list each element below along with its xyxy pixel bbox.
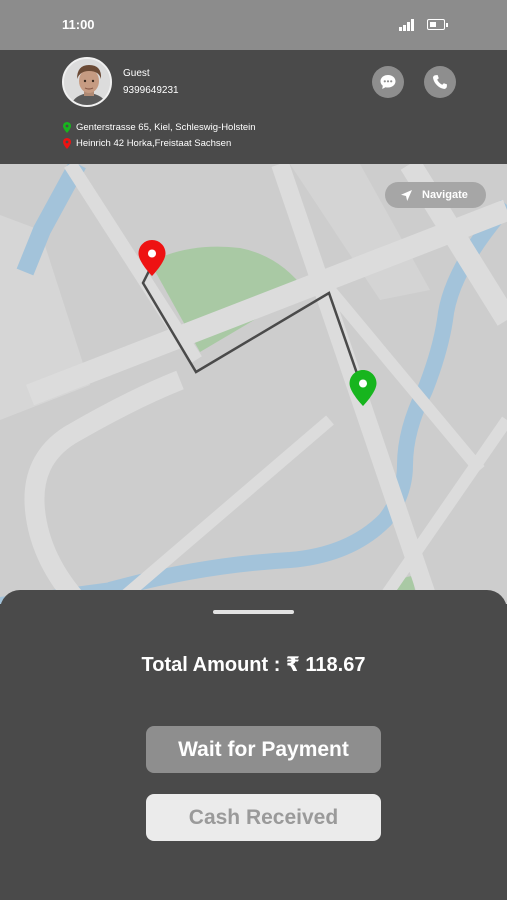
trip-header: Guest 9399649231 Genterstrasse 65, Kiel,… (0, 50, 507, 164)
signal-icon (399, 19, 415, 31)
navigate-label: Navigate (422, 189, 468, 201)
red-pin-icon (63, 138, 71, 149)
status-time: 11:00 (62, 17, 95, 32)
pickup-address: Genterstrasse 65, Kiel, Schleswig-Holste… (63, 122, 256, 133)
guest-phone: 9399649231 (123, 85, 179, 96)
phone-icon (433, 75, 447, 89)
total-amount: Total Amount : ₹ 118.67 (141, 654, 366, 676)
map-view[interactable] (0, 164, 507, 604)
wait-for-payment-button[interactable]: Wait for Payment (146, 726, 381, 773)
sheet-drag-handle[interactable] (213, 610, 294, 614)
cash-received-button[interactable]: Cash Received (146, 794, 381, 841)
map-canvas (0, 164, 507, 604)
pickup-address-text: Genterstrasse 65, Kiel, Schleswig-Holste… (76, 122, 256, 133)
guest-name: Guest (123, 68, 150, 79)
navigate-button[interactable]: Navigate (385, 182, 486, 208)
avatar (62, 57, 112, 107)
chat-button[interactable] (372, 66, 404, 98)
payment-sheet: Total Amount : ₹ 118.67 Wait for Payment… (0, 590, 507, 900)
drop-address-text: Heinrich 42 Horka,Freistaat Sachsen (76, 138, 232, 149)
navigation-arrow-icon (401, 189, 412, 201)
status-bar: 11:00 (0, 0, 507, 50)
drop-address: Heinrich 42 Horka,Freistaat Sachsen (63, 138, 231, 149)
battery-icon (427, 19, 448, 30)
chat-icon (380, 75, 396, 89)
call-button[interactable] (424, 66, 456, 98)
green-pin-icon (63, 122, 71, 133)
